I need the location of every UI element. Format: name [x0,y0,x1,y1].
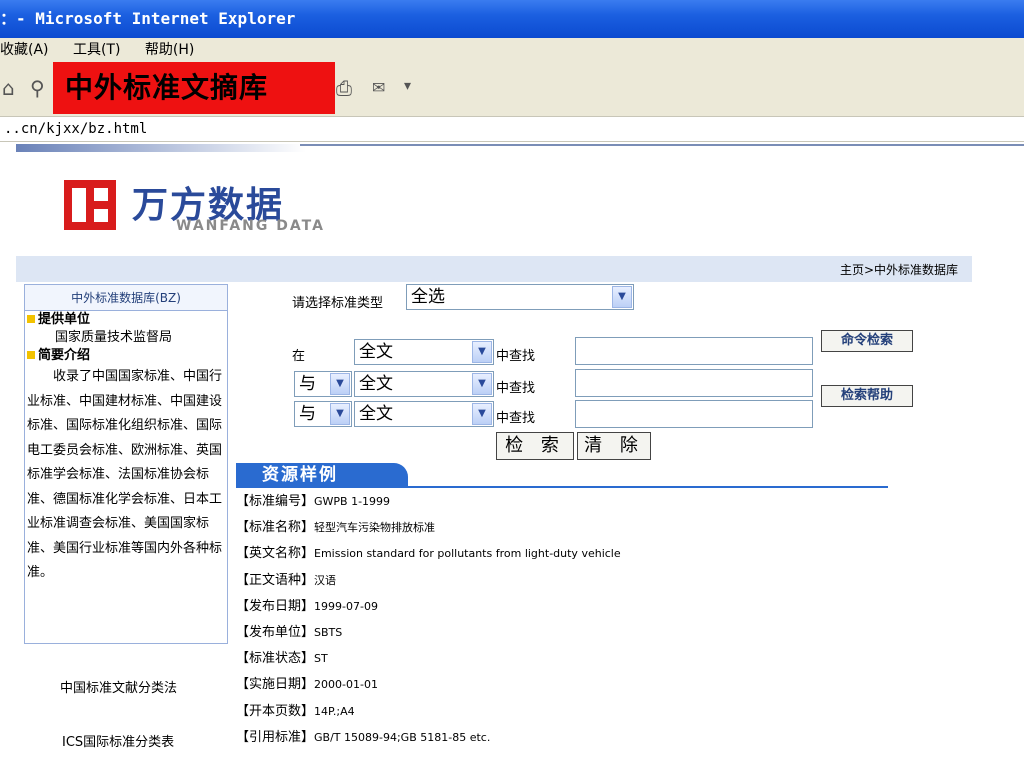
intro-text: 收录了中国国家标准、中国行业标准、中国建材标准、中国建设标准、国际标准化组织标准… [27,369,223,580]
sidebar-db-title[interactable]: 中外标准数据库(BZ) [25,285,227,311]
list-item: 【标准编号】GWPB 1-1999 [236,494,391,509]
sidebar-link-ics[interactable]: ICS国际标准分类表 [62,731,174,750]
bullet-icon [27,315,35,323]
menu-tools[interactable]: 工具(T) [73,42,120,58]
chevron-down-icon[interactable]: ▼ [472,373,492,395]
menu-help[interactable]: 帮助(H) [145,42,194,58]
window-title: ：- Microsoft Internet Explorer [0,9,296,28]
header-gradient-bar [16,144,306,152]
sidebar-link-clc[interactable]: 中国标准文献分类法 [60,677,177,696]
wanfang-logo-icon [64,180,116,230]
browser-window: ：- Microsoft Internet Explorer 收藏(A) 工具(… [0,0,1024,768]
mail-icon[interactable]: ✉ [372,78,385,97]
provider-heading: 提供单位 [25,311,227,329]
chevron-down-icon[interactable]: ▼ [330,373,350,395]
field-select-1[interactable]: 全文 ▼ [354,339,494,365]
logic-select-2[interactable]: 与 ▼ [294,371,352,397]
find-label-1: 中查找 [496,349,536,364]
header-line [300,144,1024,146]
window-title-bar: ：- Microsoft Internet Explorer [0,0,1024,38]
dropdown-arrow-icon[interactable]: ▾ [404,78,411,94]
logic-select-3[interactable]: 与 ▼ [294,401,352,427]
list-item: 【标准状态】ST [236,651,328,667]
search-icon[interactable]: ⚲ [30,76,45,100]
search-input-3[interactable] [575,400,813,428]
breadcrumb[interactable]: 主页>中外标准数据库 [840,261,958,278]
list-item: 【发布日期】1999-07-09 [236,598,378,614]
print-icon[interactable]: ⎙ [336,76,352,100]
search-input-2[interactable] [575,369,813,397]
clear-button[interactable]: 清 除 [577,432,651,460]
find-label-3: 中查找 [496,411,536,426]
sample-heading: 资源样例 [236,463,408,487]
in-label: 在 [292,349,306,364]
chevron-down-icon[interactable]: ▼ [472,341,492,363]
list-item: 【开本页数】14P.;A4 [236,703,355,719]
list-item: 【实施日期】2000-01-01 [236,677,378,693]
chevron-down-icon[interactable]: ▼ [472,403,492,425]
sample-records: 【标准编号】GWPB 1-1999 【标准名称】轻型汽车污染物排放标准 【英文名… [236,488,1016,750]
field-select-3[interactable]: 全文 ▼ [354,401,494,427]
address-bar[interactable]: ..cn/kjxx/bz.html [0,116,1024,142]
address-url: ..cn/kjxx/bz.html [4,121,148,137]
menu-favorites[interactable]: 收藏(A) [0,42,49,58]
command-search-button[interactable]: 命令检索 [821,330,913,352]
list-item: 【引用标准】GB/T 15089-94;GB 5181-85 etc. [236,729,491,745]
home-icon[interactable]: ⌂ [2,76,15,100]
sidebar: 中外标准数据库(BZ) 提供单位 国家质量技术监督局 简要介绍 收录了中国国家标… [24,284,228,644]
list-item: 【发布单位】SBTS [236,624,343,640]
slide-title-banner: 中外标准文摘库 [53,62,335,114]
type-select[interactable]: 全选 ▼ [406,284,634,310]
chevron-down-icon[interactable]: ▼ [612,286,632,308]
field-select-2[interactable]: 全文 ▼ [354,371,494,397]
chevron-down-icon[interactable]: ▼ [330,403,350,425]
logo-text-en: WANFANG DATA [176,218,325,234]
list-item: 【正文语种】汉语 [236,572,337,588]
bullet-icon [27,351,35,359]
list-item: 【英文名称】Emission standard for pollutants f… [236,546,621,562]
breadcrumb-bar: 主页>中外标准数据库 [16,256,972,282]
list-item: 【标准名称】轻型汽车污染物排放标准 [236,520,436,536]
search-button[interactable]: 检 索 [496,432,574,460]
provider-name: 国家质量技术监督局 [55,330,173,345]
menu-bar: 收藏(A) 工具(T) 帮助(H) [0,38,1024,62]
search-input-1[interactable] [575,337,813,365]
type-label: 请选择标准类型 [292,296,384,311]
search-help-button[interactable]: 检索帮助 [821,385,913,407]
intro-heading: 简要介绍 [25,347,227,365]
find-label-2: 中查找 [496,381,536,396]
